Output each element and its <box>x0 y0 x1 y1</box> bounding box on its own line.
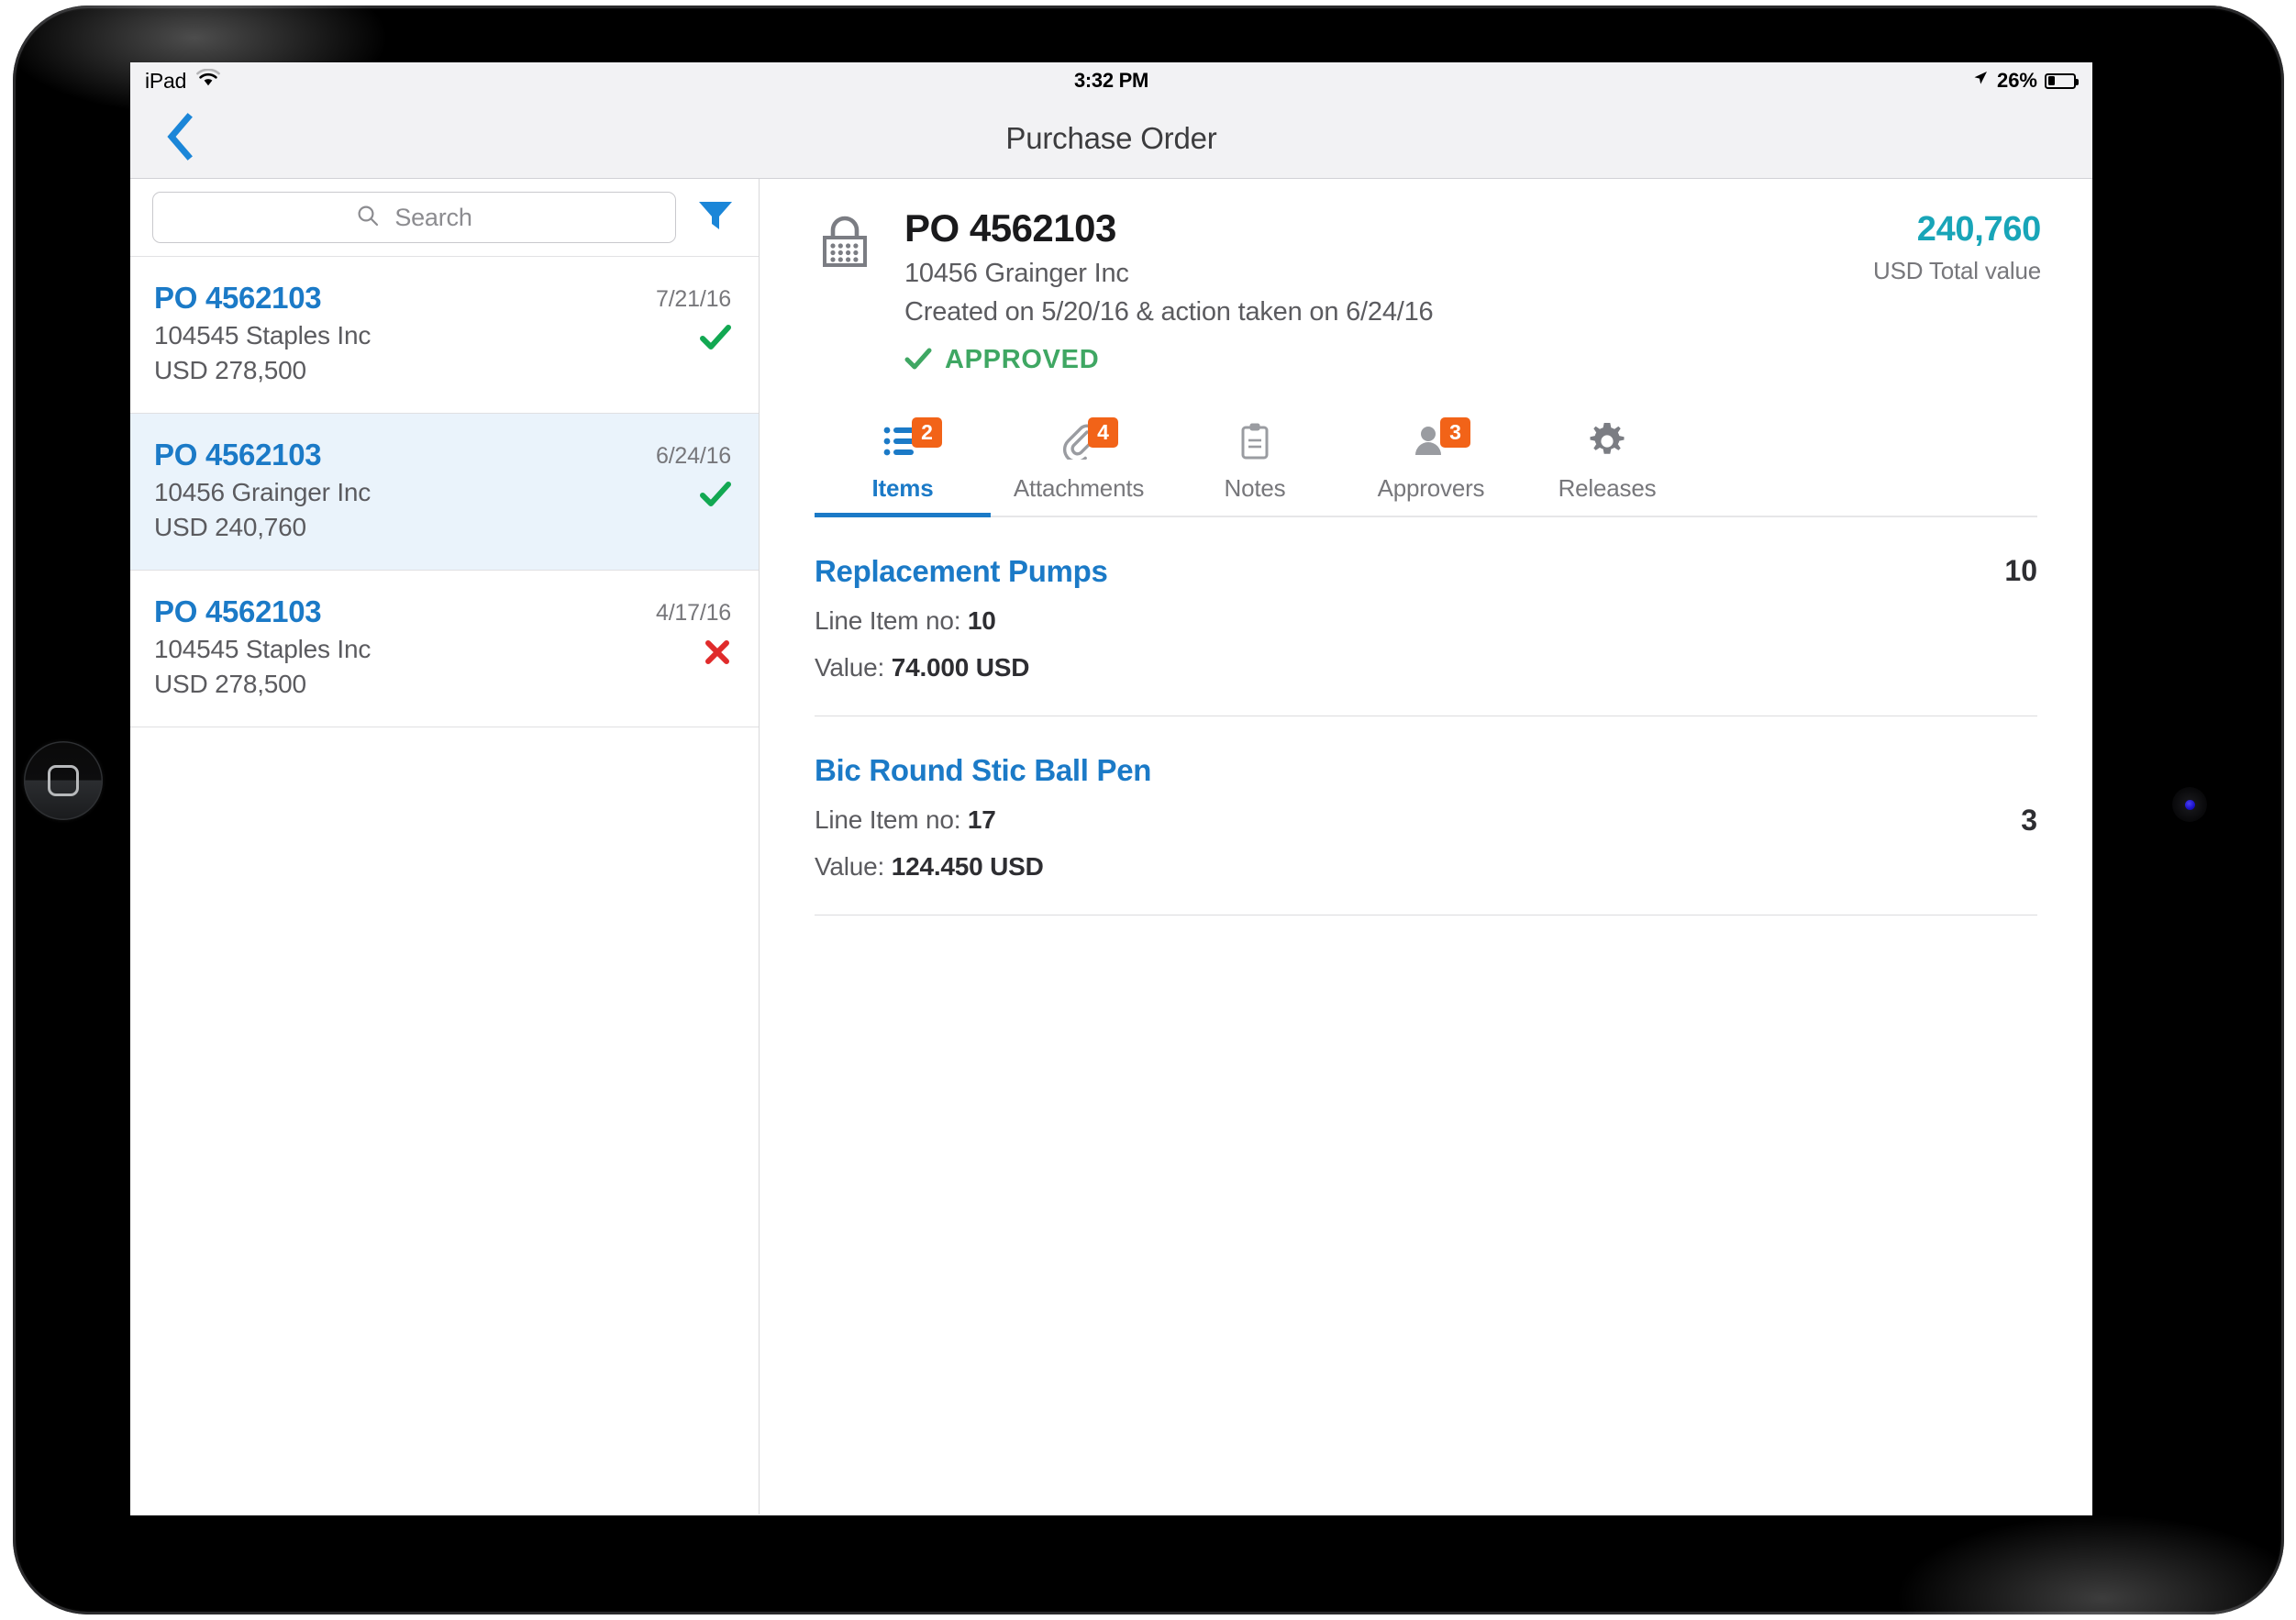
search-placeholder: Search <box>394 203 472 231</box>
line-item-row[interactable]: Bic Round Stic Ball Pen Line Item no: 17… <box>815 716 2037 915</box>
check-icon <box>904 346 932 374</box>
camera-lens <box>2184 799 2195 810</box>
search-row: Search <box>130 179 759 257</box>
po-amount: USD 278,500 <box>154 356 306 384</box>
po-list-item[interactable]: PO 4562103 7/21/16 104545 Staples Inc US… <box>130 257 759 414</box>
po-number: PO 4562103 <box>154 438 322 472</box>
po-date: 6/24/16 <box>655 443 731 469</box>
status-bar: iPad 3:32 PM 26% <box>130 62 2092 99</box>
tab-label-attachments: Attachments <box>1013 474 1145 502</box>
clipboard-icon <box>1238 422 1271 465</box>
total-value-label: USD Total value <box>1873 257 2041 284</box>
line-item-quantity: 3 <box>2021 804 2037 837</box>
line-item-number-row: Line Item no: 17 <box>815 805 2037 835</box>
front-camera <box>2172 787 2207 822</box>
line-item-value-amount: 124.450 USD <box>891 852 1044 881</box>
battery-fill <box>2047 76 2056 85</box>
total-value-block: 240,760 USD Total value <box>1821 206 2041 285</box>
search-input[interactable]: Search <box>152 192 676 243</box>
line-item-title: Bic Round Stic Ball Pen <box>815 753 1152 787</box>
tab-label-notes: Notes <box>1224 474 1286 502</box>
tab-label-approvers: Approvers <box>1377 474 1485 502</box>
line-item-number-value: 10 <box>967 606 996 635</box>
line-item-title: Replacement Pumps <box>815 554 1108 588</box>
po-vendor: 104545 Staples Inc <box>154 321 372 350</box>
status-label: APPROVED <box>945 345 1100 374</box>
po-number: PO 4562103 <box>154 281 322 315</box>
tab-icon-wrap <box>1589 422 1625 464</box>
line-item-number-value: 17 <box>967 805 996 834</box>
home-button-square-icon <box>48 765 79 796</box>
total-value: 240,760 <box>1916 210 2042 249</box>
line-item-value-amount: 74.000 USD <box>891 653 1030 682</box>
tab-badge-items: 2 <box>912 417 942 448</box>
po-row-top: PO 4562103 4/17/16 <box>154 594 731 629</box>
tab-icon-wrap: 4 <box>1060 417 1118 463</box>
tab-icon-wrap <box>1238 423 1271 463</box>
po-list-item-selected[interactable]: PO 4562103 6/24/16 10456 Grainger Inc US… <box>130 414 759 571</box>
ipad-screen: iPad 3:32 PM 26% Purchase Order Search P… <box>130 62 2092 1515</box>
gear-icon <box>1589 422 1625 464</box>
po-row-top: PO 4562103 7/21/16 <box>154 281 731 316</box>
po-date: 4/17/16 <box>655 600 731 626</box>
line-item-number-label: Line Item no: <box>815 805 961 834</box>
po-number: PO 4562103 <box>154 594 322 628</box>
line-item-quantity: 10 <box>2004 554 2037 587</box>
search-icon <box>356 204 380 232</box>
tab-badge-approvers: 3 <box>1440 417 1470 448</box>
detail-vendor: 10456 Grainger Inc <box>904 259 1129 288</box>
line-item-value-row: Value: 124.450 USD <box>815 852 2037 882</box>
tab-approvers[interactable]: 3 Approvers <box>1343 417 1519 516</box>
po-amount: USD 278,500 <box>154 670 306 698</box>
status-bar-left: iPad <box>145 68 221 94</box>
po-vendor: 10456 Grainger Inc <box>154 478 372 506</box>
status-bar-right: 26% <box>1971 69 2079 93</box>
detail-po-number: PO 4562103 <box>904 206 1116 250</box>
line-item-value-row: Value: 74.000 USD <box>815 653 2037 682</box>
cross-icon <box>704 638 731 671</box>
po-detail-pane: PO 4562103 10456 Grainger Inc Created on… <box>760 179 2092 1515</box>
tab-icon-wrap: 2 <box>883 417 942 463</box>
line-item-row[interactable]: Replacement Pumps Line Item no: 10 Value… <box>815 517 2037 716</box>
line-item-number-row: Line Item no: 10 <box>815 606 2037 636</box>
tab-notes[interactable]: Notes <box>1167 423 1343 516</box>
po-detail-header: PO 4562103 10456 Grainger Inc Created on… <box>760 206 2092 375</box>
tab-badge-attachments: 4 <box>1088 417 1118 448</box>
tab-icon-wrap: 3 <box>1413 417 1470 463</box>
detail-tab-bar: 2 Items 4 Attachments Notes 3 Approvers … <box>815 417 2037 517</box>
po-row-top: PO 4562103 6/24/16 <box>154 438 731 472</box>
page-title: Purchase Order <box>1005 121 1217 155</box>
line-items-list: Replacement Pumps Line Item no: 10 Value… <box>815 517 2037 915</box>
po-date: 7/21/16 <box>655 286 731 312</box>
wifi-icon <box>196 68 221 93</box>
detail-dates: Created on 5/20/16 & action taken on 6/2… <box>904 297 1434 327</box>
po-list-item[interactable]: PO 4562103 4/17/16 104545 Staples Inc US… <box>130 571 759 727</box>
battery-percent-label: 26% <box>1996 69 2037 92</box>
filter-button[interactable] <box>696 198 735 237</box>
home-button[interactable] <box>24 741 103 820</box>
check-icon <box>700 482 731 513</box>
content-split-view: Search PO 4562103 7/21/16 104545 Staples… <box>130 179 2092 1515</box>
filter-icon <box>697 198 734 238</box>
carrier-label: iPad <box>145 68 187 93</box>
tab-releases[interactable]: Releases <box>1519 422 1695 516</box>
line-item-number-label: Line Item no: <box>815 606 961 635</box>
po-amount: USD 240,760 <box>154 513 306 541</box>
battery-icon <box>2045 72 2079 89</box>
status-bar-time: 3:32 PM <box>1073 69 1149 92</box>
location-arrow-icon <box>1971 69 1990 93</box>
navigation-bar: Purchase Order <box>130 99 2092 179</box>
check-icon <box>700 325 731 356</box>
tab-label-items: Items <box>871 474 934 502</box>
line-item-value-label: Value: <box>815 653 885 682</box>
po-vendor: 104545 Staples Inc <box>154 635 372 663</box>
line-item-value-label: Value: <box>815 852 885 881</box>
shopping-basket-icon <box>815 206 882 277</box>
tab-label-releases: Releases <box>1558 474 1657 502</box>
tab-attachments[interactable]: 4 Attachments <box>991 417 1167 516</box>
status-badge: APPROVED <box>904 345 1821 375</box>
po-detail-main: PO 4562103 10456 Grainger Inc Created on… <box>904 206 1821 375</box>
po-list-sidebar: Search PO 4562103 7/21/16 104545 Staples… <box>130 179 760 1515</box>
tab-items[interactable]: 2 Items <box>815 417 991 517</box>
